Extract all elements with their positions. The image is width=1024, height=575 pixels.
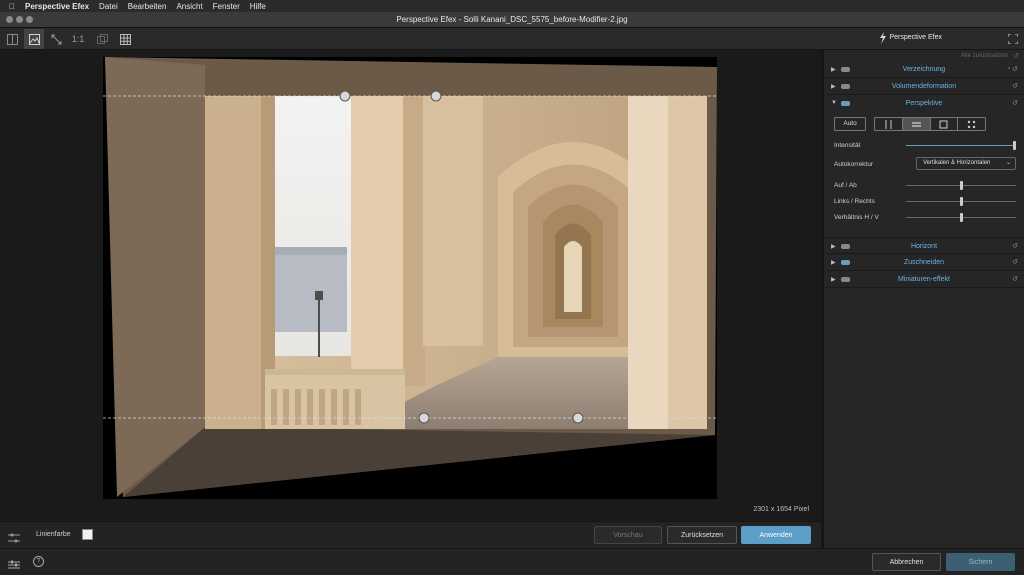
reset-icon[interactable]: ↺ <box>1012 82 1018 90</box>
rectangle-mode-icon[interactable] <box>931 118 959 130</box>
split-view-icon[interactable] <box>2 29 22 49</box>
image-canvas[interactable]: 2301 x 1654 Pixel <box>0 50 821 521</box>
menu-bar:  Perspective Efex Datei Bearbeiten Ansi… <box>0 0 1024 12</box>
reset-icon[interactable]: ↺ <box>1012 258 1018 266</box>
slider-knob[interactable] <box>1013 141 1016 150</box>
menu-app-name[interactable]: Perspective Efex <box>25 2 89 11</box>
image-size-label: 2301 x 1654 Pixel <box>753 506 809 513</box>
cancel-button[interactable]: Abbrechen <box>872 553 941 571</box>
left-right-slider[interactable] <box>906 197 1016 206</box>
intensity-label: Intensität <box>834 142 861 149</box>
reset-icon[interactable]: ↺ <box>1012 65 1018 73</box>
trash-icon[interactable]: ▫ <box>1008 65 1010 72</box>
zoom-100-button[interactable]: 1:1 <box>68 29 88 49</box>
slider-knob[interactable] <box>959 213 963 222</box>
reset-icon[interactable]: ↺ <box>1012 242 1018 250</box>
window-bottom-bar: ? Abbrechen Sichern <box>0 548 1024 575</box>
autocorrect-label: Autokorrektur <box>834 161 874 168</box>
grid-icon[interactable] <box>115 29 135 49</box>
up-down-slider[interactable] <box>906 181 1016 190</box>
apply-button[interactable]: Anwenden <box>741 526 811 544</box>
preview-button[interactable]: Vorschau <box>594 526 662 544</box>
section-perspective[interactable]: ▼ Perspektive ↺ <box>824 95 1024 112</box>
section-volume[interactable]: ▶ Volumendeformation ↺ <box>824 78 1024 95</box>
free-points-mode-icon[interactable] <box>958 118 985 130</box>
guides-icon[interactable] <box>8 530 20 548</box>
plugin-name: Perspective Efex <box>889 34 942 41</box>
correction-mode-group <box>874 117 986 131</box>
section-title: Perspektive <box>905 100 943 107</box>
line-color-swatch[interactable] <box>82 529 93 540</box>
section-title: Zuschneiden <box>903 259 945 266</box>
compare-icon[interactable] <box>92 29 112 49</box>
toolbar: 1:1 Perspective Efex <box>0 28 1024 50</box>
reset-all-label[interactable]: Alle zurücksetzen <box>961 53 1008 59</box>
reset-icon[interactable]: ↺ <box>1012 275 1018 283</box>
section-title: Volumendeformation <box>891 83 957 90</box>
up-down-label: Auf / Ab <box>834 182 857 189</box>
section-miniature[interactable]: ▶ Miniaturen-effekt ↺ <box>824 271 1024 288</box>
section-title: Horizont <box>910 243 938 250</box>
single-view-icon[interactable] <box>24 29 44 49</box>
fullscreen-icon[interactable] <box>1003 29 1023 49</box>
save-button[interactable]: Sichern <box>946 553 1015 571</box>
adjustment-panel: Alle zurücksetzen ↺ ▶ Verzeichnung ▫ ↺ ▶… <box>824 50 1024 548</box>
apple-icon[interactable]:  <box>9 2 15 11</box>
autocorrect-value: Vertikalen & Horizontalen <box>923 160 991 166</box>
horizontal-vertical-mode-icon[interactable] <box>902 118 931 130</box>
menu-datei[interactable]: Datei <box>99 2 118 11</box>
photo-preview[interactable] <box>103 57 717 499</box>
reset-icon[interactable]: ↺ <box>1012 99 1018 107</box>
section-title: Miniaturen-effekt <box>897 276 950 283</box>
section-crop[interactable]: ▶ Zuschneiden ↺ <box>824 254 1024 271</box>
help-icon[interactable]: ? <box>33 556 44 567</box>
chevron-down-icon: ⌄ <box>1005 160 1011 166</box>
fit-screen-icon[interactable] <box>46 29 66 49</box>
plugin-logo-icon <box>878 31 888 50</box>
canvas-bottom-bar: Linienfarbe Vorschau Zurücksetzen Anwend… <box>0 521 821 548</box>
menu-bearbeiten[interactable]: Bearbeiten <box>128 2 167 11</box>
section-horizon[interactable]: ▶ Horizont ↺ <box>824 237 1024 254</box>
line-color-label: Linienfarbe <box>36 531 71 538</box>
settings-sliders-icon[interactable] <box>8 557 20 575</box>
title-bar: Perspective Efex - Solli Kanani_DSC_5575… <box>0 12 1024 28</box>
slider-knob[interactable] <box>959 181 963 190</box>
menu-fenster[interactable]: Fenster <box>213 2 240 11</box>
section-title: Verzeichnung <box>902 66 946 73</box>
menu-hilfe[interactable]: Hilfe <box>250 2 266 11</box>
auto-button[interactable]: Auto <box>834 117 866 131</box>
ratio-label: Verhältnis H / V <box>834 214 879 221</box>
reset-all-icon[interactable]: ↺ <box>1013 52 1019 60</box>
vertical-mode-icon[interactable] <box>875 118 903 130</box>
reset-button[interactable]: Zurücksetzen <box>667 526 737 544</box>
ratio-slider[interactable] <box>906 213 1016 222</box>
slider-knob[interactable] <box>959 197 963 206</box>
menu-ansicht[interactable]: Ansicht <box>176 2 202 11</box>
window-title: Perspective Efex - Solli Kanani_DSC_5575… <box>396 15 628 24</box>
autocorrect-dropdown[interactable]: Vertikalen & Horizontalen ⌄ <box>916 157 1016 170</box>
left-right-label: Links / Rechts <box>834 198 875 205</box>
intensity-slider[interactable] <box>906 141 1016 150</box>
section-distortion[interactable]: ▶ Verzeichnung ▫ ↺ <box>824 61 1024 78</box>
